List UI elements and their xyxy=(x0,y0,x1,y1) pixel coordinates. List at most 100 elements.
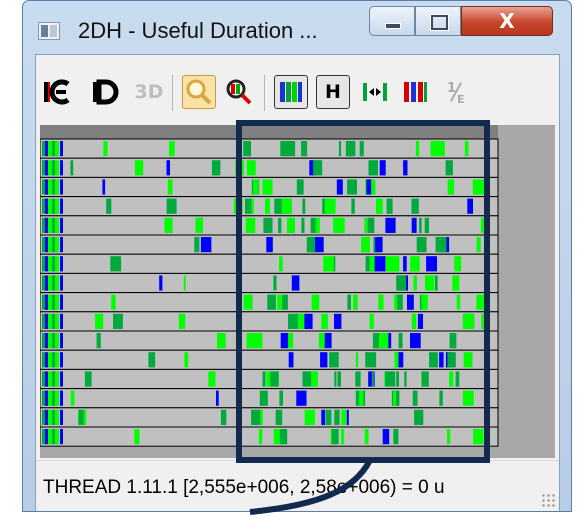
color-zoom-icon xyxy=(226,79,252,105)
duration-segment xyxy=(60,333,63,349)
status-bar: THREAD 1.11.1 [2,555e+006, 2,58e+006) = … xyxy=(36,460,559,511)
duration-segment xyxy=(60,371,63,387)
duration-segment xyxy=(216,390,219,406)
duration-segment xyxy=(55,217,59,233)
duration-segment xyxy=(45,352,48,368)
color-bars-button[interactable] xyxy=(274,75,308,109)
duration-segment xyxy=(48,390,52,406)
window-title: 2DH - Useful Duration ... xyxy=(78,18,318,43)
close-button[interactable]: X xyxy=(461,6,553,36)
duration-segment xyxy=(183,275,186,291)
duration-segment xyxy=(148,352,156,368)
duration-segment xyxy=(134,160,144,176)
duration-segment xyxy=(102,179,106,195)
duration-segment xyxy=(48,256,52,272)
duration-segment xyxy=(55,409,59,425)
duration-segment xyxy=(45,256,48,272)
duration-segment xyxy=(52,390,55,406)
duration-segment xyxy=(42,390,45,406)
duration-segment xyxy=(84,371,92,387)
duration-segment xyxy=(60,429,63,445)
status-text: THREAD 1.11.1 [2,555e+006, 2,58e+006) = … xyxy=(43,477,445,498)
fraction-button[interactable]: 1 E xyxy=(440,75,474,109)
duration-segment xyxy=(60,237,63,253)
duration-segment xyxy=(52,409,55,425)
duration-segment xyxy=(55,352,59,368)
duration-segment xyxy=(60,256,63,272)
duration-segment xyxy=(45,429,48,445)
duration-segment xyxy=(45,313,48,329)
duration-segment xyxy=(60,217,63,233)
duration-segment xyxy=(166,198,177,214)
duration-segment xyxy=(52,275,55,291)
duration-segment xyxy=(42,352,45,368)
duration-segment xyxy=(55,371,59,387)
duration-segment xyxy=(52,371,55,387)
duration-segment xyxy=(48,160,52,176)
resize-grip-icon[interactable] xyxy=(541,493,555,507)
duration-segment xyxy=(45,217,48,233)
duration-segment xyxy=(60,179,63,195)
duration-segment xyxy=(45,333,48,349)
duration-segment xyxy=(200,237,212,253)
duration-segment xyxy=(60,390,63,406)
duration-segment xyxy=(55,198,59,214)
duration-segment xyxy=(55,141,59,157)
color-zoom-button[interactable] xyxy=(222,75,256,109)
duration-segment xyxy=(55,179,59,195)
h-icon: H xyxy=(325,81,341,103)
red-bars-icon xyxy=(404,82,427,102)
duration-segment xyxy=(52,141,55,157)
duration-segment xyxy=(42,198,45,214)
duration-segment xyxy=(48,294,52,310)
ce-button[interactable] xyxy=(40,75,74,109)
duration-segment xyxy=(52,256,55,272)
maximize-button[interactable] xyxy=(415,6,461,36)
close-icon: X xyxy=(499,9,515,33)
red-bars-button[interactable] xyxy=(398,75,432,109)
d-button[interactable] xyxy=(88,75,122,109)
duration-segment xyxy=(55,429,59,445)
minimize-button[interactable] xyxy=(369,6,415,36)
duration-segment xyxy=(42,429,45,445)
duration-segment xyxy=(167,179,173,195)
zoom-button[interactable] xyxy=(182,75,216,109)
fraction-icon: 1 E xyxy=(447,81,465,105)
app-icon xyxy=(38,22,60,40)
toolbar-separator xyxy=(172,75,173,111)
duration-segment xyxy=(45,160,48,176)
duration-segment xyxy=(60,198,63,214)
3d-button[interactable]: 3D xyxy=(132,75,166,109)
minimize-icon xyxy=(385,23,401,29)
duration-segment xyxy=(166,160,170,176)
color-bars-icon xyxy=(280,82,302,102)
fit-arrows-button[interactable] xyxy=(358,75,392,109)
title-bar[interactable]: 2DH - Useful Duration ... X xyxy=(23,1,571,53)
duration-segment xyxy=(48,352,52,368)
duration-segment xyxy=(211,160,221,176)
duration-segment xyxy=(55,333,59,349)
duration-segment xyxy=(194,237,200,253)
duration-segment xyxy=(48,141,52,157)
duration-segment xyxy=(42,179,45,195)
duration-segment xyxy=(52,237,55,253)
duration-segment xyxy=(48,409,52,425)
duration-segment xyxy=(52,352,55,368)
duration-segment xyxy=(48,429,52,445)
3d-icon: 3D xyxy=(134,81,164,103)
svg-text:E: E xyxy=(457,93,465,105)
duration-segment xyxy=(113,313,123,329)
duration-segment xyxy=(60,352,63,368)
duration-segment xyxy=(52,217,55,233)
duration-segment xyxy=(60,275,63,291)
duration-segment xyxy=(45,275,48,291)
duration-segment xyxy=(45,294,48,310)
duration-segment xyxy=(134,429,140,445)
duration-segment xyxy=(45,237,48,253)
duration-segment xyxy=(55,256,59,272)
h-button[interactable]: H xyxy=(316,75,350,109)
duration-segment xyxy=(45,371,48,387)
fit-arrows-icon xyxy=(363,83,387,101)
duration-segment xyxy=(48,217,52,233)
duration-segment xyxy=(164,217,173,233)
